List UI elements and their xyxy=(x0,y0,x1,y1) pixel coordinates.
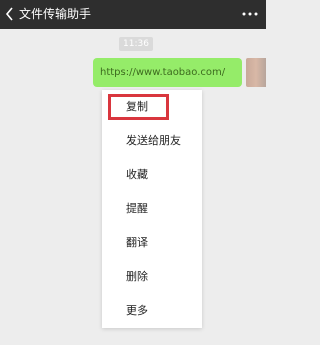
chevron-left-icon[interactable] xyxy=(3,5,17,23)
timestamp: 11:36 xyxy=(119,37,153,51)
message-bubble[interactable]: https://www.taobao.com/ xyxy=(93,58,242,87)
context-menu: 复制 发送给朋友 收藏 提醒 翻译 删除 更多 xyxy=(102,90,202,328)
avatar[interactable] xyxy=(246,58,266,87)
menu-item-send-to-friend[interactable]: 发送给朋友 xyxy=(102,124,202,158)
chat-title: 文件传输助手 xyxy=(19,7,92,21)
menu-item-more[interactable]: 更多 xyxy=(102,294,202,328)
menu-item-favorite[interactable]: 收藏 xyxy=(102,158,202,192)
menu-item-translate[interactable]: 翻译 xyxy=(102,226,202,260)
menu-item-copy[interactable]: 复制 xyxy=(102,90,202,124)
menu-item-remind[interactable]: 提醒 xyxy=(102,192,202,226)
menu-item-delete[interactable]: 删除 xyxy=(102,260,202,294)
title-bar: 文件传输助手 xyxy=(0,0,266,29)
ellipsis-icon[interactable] xyxy=(242,12,258,16)
